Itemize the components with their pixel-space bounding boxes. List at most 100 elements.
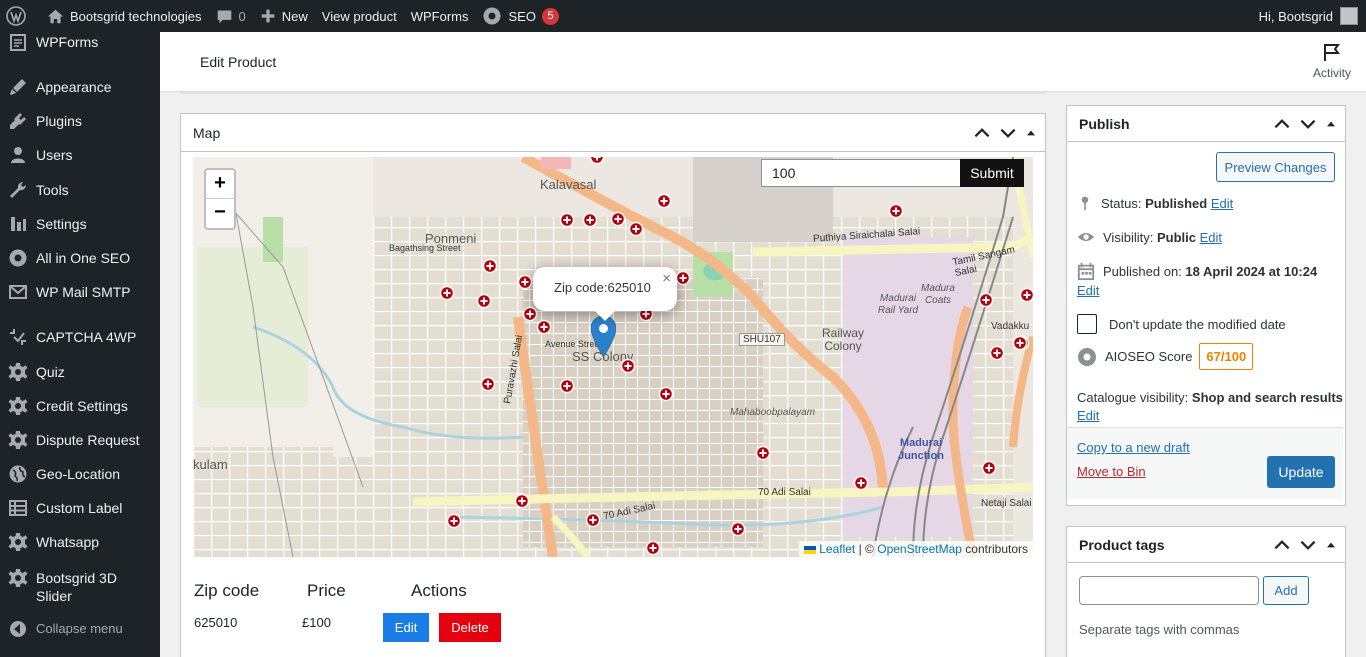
wpforms-link[interactable]: WPForms bbox=[404, 0, 476, 32]
aioseo-icon bbox=[1078, 347, 1096, 366]
attribution-contributors: contributors bbox=[965, 542, 1028, 556]
seo-link[interactable]: SEO 5 bbox=[475, 0, 565, 32]
zip-delete-button[interactable]: Delete bbox=[439, 613, 501, 642]
sidebar-item-all-in-one-seo[interactable]: All in One SEO bbox=[0, 248, 160, 268]
sidebar-item-dispute-request[interactable]: Dispute Request bbox=[0, 430, 160, 450]
map-postbox: Map Kalavasal Ponmeni SS Colony Railway … bbox=[180, 113, 1046, 657]
comments-link[interactable]: 0 bbox=[209, 0, 253, 32]
status-row: Status: Published Edit bbox=[1077, 194, 1233, 212]
openstreetmap-link[interactable]: OpenStreetMap bbox=[877, 542, 962, 556]
chevron-up-icon[interactable] bbox=[1271, 113, 1293, 135]
aioseo-score-badge[interactable]: 67/100 bbox=[1199, 343, 1254, 370]
collapse-menu-button[interactable]: Collapse menu bbox=[0, 619, 160, 639]
sidebar-item-wp-mail-smtp[interactable]: WP Mail SMTP bbox=[0, 282, 160, 302]
leaflet-map[interactable]: Kalavasal Ponmeni SS Colony Railway Colo… bbox=[193, 157, 1033, 557]
aioseo-icon bbox=[483, 7, 501, 25]
site-name-link[interactable]: Bootsgrid technologies bbox=[33, 0, 209, 32]
sidebar-item-custom-label[interactable]: Custom Label bbox=[0, 498, 160, 518]
location-pin-icon[interactable] bbox=[591, 316, 616, 357]
map-search-input[interactable] bbox=[761, 159, 961, 187]
sidebar-item-geo-location[interactable]: Geo-Location bbox=[0, 464, 160, 484]
zip-edit-button[interactable]: Edit bbox=[383, 613, 429, 642]
my-account-link[interactable]: Hi, Bootsgrid bbox=[1252, 0, 1366, 32]
tags-input[interactable] bbox=[1079, 576, 1259, 605]
move-to-bin-link[interactable]: Move to Bin bbox=[1077, 464, 1146, 479]
update-button[interactable]: Update bbox=[1267, 456, 1335, 488]
settings-icon bbox=[11, 217, 26, 231]
wordpress-icon bbox=[6, 6, 26, 26]
sidebar-item-bootsgrid-3d-slider[interactable]: Bootsgrid 3D Slider bbox=[0, 568, 160, 605]
gear-icon bbox=[8, 569, 28, 587]
user-icon bbox=[11, 147, 25, 163]
publish-postbox: Publish Preview Changes Status: Publishe… bbox=[1066, 105, 1346, 506]
map-postbox-header: Map bbox=[181, 114, 1045, 152]
page-title: Edit Product bbox=[200, 54, 277, 70]
product-tags-title: Product tags bbox=[1079, 536, 1165, 553]
leaflet-link[interactable]: Leaflet bbox=[819, 542, 855, 556]
sidebar-item-credit-settings[interactable]: Credit Settings bbox=[0, 396, 160, 416]
chevron-up-icon[interactable] bbox=[1271, 534, 1293, 556]
chevron-down-icon[interactable] bbox=[997, 122, 1019, 144]
sidebar-item-quiz[interactable]: Quiz bbox=[0, 362, 160, 382]
map-submit-button[interactable]: Submit bbox=[960, 159, 1024, 187]
copy-to-draft-link[interactable]: Copy to a new draft bbox=[1077, 440, 1190, 455]
dont-update-label: Don't update the modified date bbox=[1109, 316, 1286, 332]
caret-up-icon[interactable] bbox=[1323, 537, 1339, 553]
visibility-edit-link[interactable]: Edit bbox=[1200, 230, 1222, 245]
table-header-zip: Zip code bbox=[194, 581, 260, 600]
wordpress-logo[interactable] bbox=[0, 0, 33, 32]
zoom-out-button[interactable]: − bbox=[206, 199, 234, 228]
attribution-separator: | © bbox=[858, 542, 874, 556]
dont-update-checkbox[interactable] bbox=[1077, 314, 1097, 334]
map-label: Madurai Rail Yard bbox=[877, 293, 919, 316]
catalogue-label: Catalogue visibility: bbox=[1077, 390, 1189, 405]
sidebar-item-label: Tools bbox=[36, 182, 69, 198]
sidebar-item-appearance[interactable]: Appearance bbox=[0, 77, 160, 97]
map-label: Railway Colony bbox=[821, 326, 864, 353]
table-cell-zip: 625010 bbox=[194, 615, 238, 630]
zoom-control: + − bbox=[204, 168, 236, 230]
add-tag-button[interactable]: Add bbox=[1263, 576, 1309, 605]
tags-hint: Separate tags with commas bbox=[1079, 622, 1240, 637]
sidebar-item-captcha-4wp[interactable]: CAPTCHA 4WP bbox=[0, 327, 160, 347]
activity-button[interactable]: Activity bbox=[1310, 42, 1354, 80]
seo-label: SEO bbox=[508, 8, 536, 24]
product-tags-header: Product tags bbox=[1067, 527, 1345, 563]
gear-icon bbox=[8, 397, 28, 415]
flag-icon bbox=[1324, 44, 1340, 61]
sidebar-item-tools[interactable]: Tools bbox=[0, 180, 160, 200]
map-label: Bagathsing Street bbox=[389, 243, 461, 253]
zoom-in-button[interactable]: + bbox=[206, 170, 234, 199]
new-content-link[interactable]: New bbox=[253, 0, 315, 32]
sidebar-item-whatsapp[interactable]: Whatsapp bbox=[0, 532, 160, 552]
chevron-down-icon[interactable] bbox=[1297, 113, 1319, 135]
comment-icon bbox=[217, 10, 231, 23]
popup-zip-text: Zip code:625010 bbox=[554, 280, 651, 295]
sidebar-item-label: Whatsapp bbox=[36, 534, 100, 550]
map-popup: Zip code:625010 × bbox=[533, 267, 677, 321]
sidebar-item-plugins[interactable]: Plugins bbox=[0, 111, 160, 131]
aioseo-row: AIOSEO Score 67/100 bbox=[1077, 343, 1254, 370]
calendar-icon bbox=[1077, 262, 1095, 280]
sidebar-item-users[interactable]: Users bbox=[0, 145, 160, 165]
sidebar-item-label: Appearance bbox=[36, 79, 112, 95]
published-edit-link[interactable]: Edit bbox=[1077, 283, 1099, 298]
gear-icon bbox=[8, 431, 28, 449]
chevron-down-icon[interactable] bbox=[1297, 534, 1319, 556]
gear-icon bbox=[8, 363, 28, 381]
caret-up-icon[interactable] bbox=[1023, 125, 1039, 141]
caret-up-icon[interactable] bbox=[1323, 116, 1339, 132]
visibility-value: Public bbox=[1156, 229, 1196, 245]
status-edit-link[interactable]: Edit bbox=[1211, 196, 1233, 211]
admin-bar: Bootsgrid technologies 0 New View produc… bbox=[0, 0, 1366, 32]
sidebar-item-wpforms[interactable]: WPForms bbox=[0, 32, 160, 52]
ukraine-flag-icon bbox=[804, 545, 817, 554]
catalogue-edit-link[interactable]: Edit bbox=[1077, 408, 1099, 423]
popup-close-button[interactable]: × bbox=[662, 270, 671, 287]
sidebar-item-settings[interactable]: Settings bbox=[0, 214, 160, 234]
chevron-up-icon[interactable] bbox=[971, 122, 993, 144]
preview-changes-button[interactable]: Preview Changes bbox=[1216, 152, 1335, 182]
view-product-link[interactable]: View product bbox=[315, 0, 404, 32]
visibility-row: Visibility: Public Edit bbox=[1077, 228, 1222, 246]
captcha-icon bbox=[10, 329, 26, 345]
